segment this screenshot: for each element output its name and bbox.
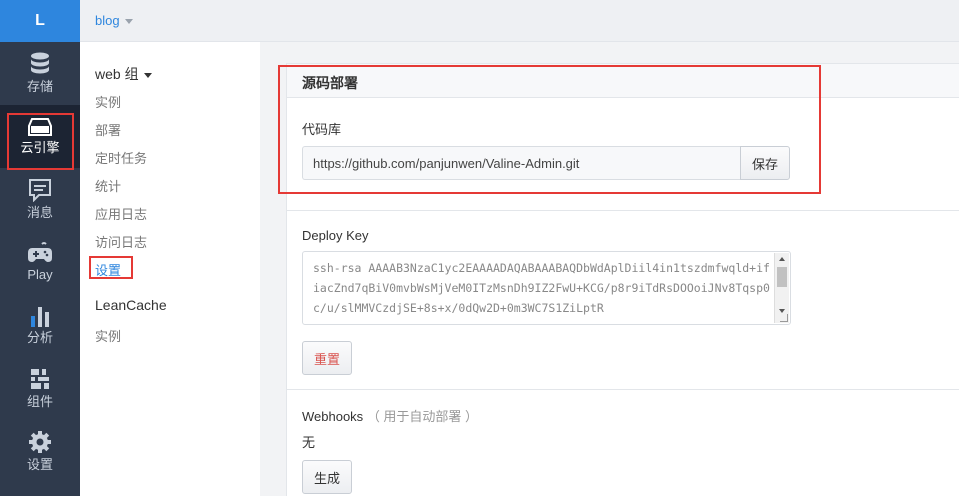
components-icon [31,369,49,389]
repo-input-group: 保存 [302,146,790,180]
scroll-up-icon[interactable] [779,257,785,261]
nav-item-storage[interactable]: 存储 [0,42,80,105]
nav-item-label: 分析 [26,330,53,345]
nav-item-label: 消息 [26,205,53,220]
nav-item-play[interactable]: Play [0,231,80,294]
content-gutter [260,42,286,496]
divider [287,389,959,390]
repo-url-input[interactable] [302,146,740,180]
nav-item-cloud-engine[interactable]: 云引擎 [0,105,80,168]
nav-item-label: Play [27,267,53,282]
bar-chart-icon [31,307,49,327]
cloud-engine-icon [28,118,52,136]
database-icon [31,52,49,74]
sub-item-deploy[interactable]: 部署 [95,120,121,139]
resize-handle-icon[interactable] [780,314,788,322]
app-name: blog [95,13,120,28]
main-nav: L 存储 云引擎 消息 Play 分析 组件 设置 [0,0,80,496]
save-button[interactable]: 保存 [740,146,790,180]
reset-button[interactable]: 重置 [302,341,352,375]
webhooks-label: Webhooks （ 用于自动部署 ） [302,406,478,425]
sub-nav: web 组 实例 部署 定时任务 统计 应用日志 访问日志 设置 LeanCac… [80,42,260,496]
generate-button[interactable]: 生成 [302,460,352,494]
group-title-leancache: LeanCache [95,297,167,313]
nav-item-analytics[interactable]: 分析 [0,294,80,357]
nav-item-components[interactable]: 组件 [0,357,80,420]
sub-item-app-logs[interactable]: 应用日志 [95,204,147,223]
webhooks-title: Webhooks [302,409,364,424]
repo-label: 代码库 [302,122,342,137]
group-title: web 组 [95,66,139,82]
app-switcher[interactable]: blog [95,13,133,28]
webhooks-note: （ 用于自动部署 ） [366,409,479,424]
deploy-key-text: ssh-rsa AAAAB3NzaC1yc2EAAAADAQABAAABAQDb… [313,261,770,315]
gamepad-icon [28,242,52,262]
textarea-scrollbar[interactable] [774,253,789,323]
sub-item-instances[interactable]: 实例 [95,92,121,111]
sub-item-stats[interactable]: 统计 [95,176,121,195]
sub-item-access-logs[interactable]: 访问日志 [95,232,147,251]
group-dropdown-web[interactable]: web 组 [95,64,152,84]
source-deploy-panel: 源码部署 代码库 保存 Deploy Key ssh-rsa AAAAB3Nza… [286,63,959,496]
nav-item-label: 云引擎 [20,140,60,155]
sub-item-cron[interactable]: 定时任务 [95,148,147,167]
nav-item-label: 组件 [26,394,53,409]
nav-item-label: 存储 [26,79,53,94]
gear-icon [29,431,51,453]
deploy-key-label: Deploy Key [302,228,369,243]
divider [287,210,959,211]
nav-item-settings[interactable]: 设置 [0,420,80,483]
sub-item-leancache-instances[interactable]: 实例 [95,326,121,345]
nav-item-label: 设置 [26,457,53,472]
scroll-down-icon[interactable] [779,309,785,313]
message-icon [29,179,51,202]
app-logo[interactable]: L [0,0,80,42]
nav-item-messages[interactable]: 消息 [0,168,80,231]
chevron-down-icon [124,19,133,25]
section-title: 源码部署 [302,75,358,91]
webhooks-value: 无 [302,435,316,450]
sub-item-settings[interactable]: 设置 [95,260,121,279]
top-bar: blog [80,0,959,42]
panel-header: 源码部署 [287,64,959,98]
scroll-thumb[interactable] [777,267,787,287]
chevron-down-icon [143,72,152,78]
deploy-key-textarea[interactable]: ssh-rsa AAAAB3NzaC1yc2EAAAADAQABAAABAQDb… [302,251,791,325]
